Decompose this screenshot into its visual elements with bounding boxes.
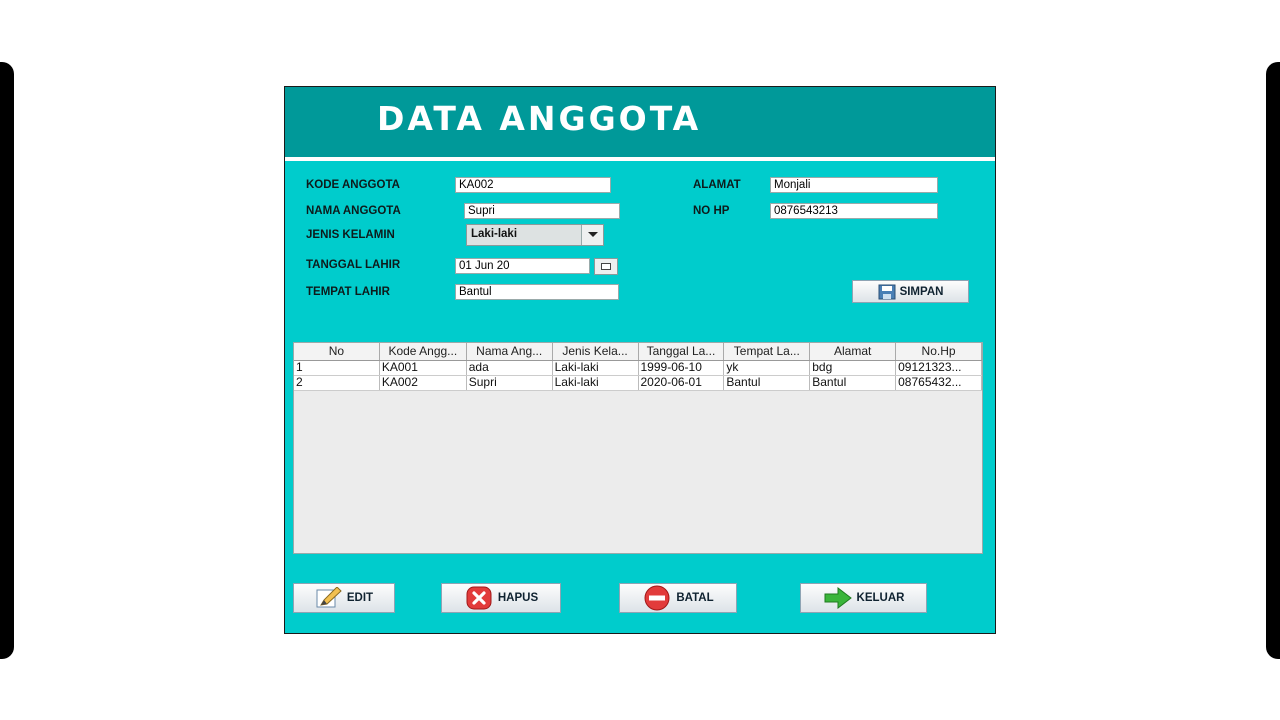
batal-label: BATAL (676, 592, 714, 604)
keluar-label: KELUAR (856, 592, 905, 604)
pencil-icon (315, 587, 343, 609)
header-banner: DATA ANGGOTA (285, 87, 995, 157)
table-column-header[interactable]: Kode Angg... (380, 343, 467, 360)
table-cell: yk (724, 361, 811, 375)
table-column-header[interactable]: Jenis Kela... (553, 343, 639, 360)
right-frame-edge (1266, 62, 1280, 659)
table-column-header[interactable]: Alamat (810, 343, 897, 360)
table-header: No Kode Angg... Nama Ang... Jenis Kela... Ta… (294, 343, 982, 361)
table-cell: 1999-06-10 (639, 361, 725, 375)
chevron-down-icon (588, 232, 598, 237)
calendar-button[interactable] (594, 258, 618, 275)
table-cell: 09121323... (896, 361, 982, 375)
edit-label: EDIT (346, 592, 374, 604)
table-cell: bdg (810, 361, 897, 375)
table-cell: 2020-06-01 (639, 376, 725, 390)
arrow-right-icon (823, 587, 853, 609)
table-body: 1 KA001 ada Laki-laki 1999-06-10 yk bdg 0912132… (294, 361, 982, 391)
no-hp-field[interactable]: 0876543213 (770, 203, 938, 219)
simpan-button[interactable]: SIMPAN (852, 280, 969, 303)
tanggal-lahir-label: TANGGAL LAHIR (306, 259, 401, 271)
jenis-kelamin-value: Laki-laki (471, 228, 518, 240)
tempat-lahir-label: TEMPAT LAHIR (306, 286, 390, 298)
dropdown-button[interactable] (581, 225, 603, 245)
left-frame-edge (0, 62, 14, 659)
keluar-button[interactable]: KELUAR (800, 583, 927, 613)
no-hp-label: NO HP (693, 205, 730, 217)
table-column-header[interactable]: No.Hp (896, 343, 982, 360)
nama-anggota-label: NAMA ANGGOTA (306, 205, 401, 217)
anggota-table[interactable]: No Kode Angg... Nama Ang... Jenis Kela... Ta… (293, 342, 983, 554)
alamat-field[interactable]: Monjali (770, 177, 938, 193)
table-cell: 08765432... (896, 376, 982, 390)
batal-button[interactable]: BATAL (619, 583, 737, 613)
tanggal-lahir-field[interactable]: 01 Jun 20 (455, 258, 590, 274)
minus-circle-icon (642, 585, 672, 611)
table-row[interactable]: 2 KA002 Supri Laki-laki 2020-06-01 Bantul Bant… (294, 376, 982, 391)
table-column-header[interactable]: Nama Ang... (467, 343, 553, 360)
table-column-header[interactable]: Tempat La... (724, 343, 811, 360)
page-title: DATA ANGGOTA (377, 99, 702, 138)
table-cell: ada (467, 361, 553, 375)
edit-button[interactable]: EDIT (293, 583, 395, 613)
hapus-button[interactable]: HAPUS (441, 583, 561, 613)
floppy-disk-icon (878, 284, 896, 300)
table-column-header[interactable]: No (294, 343, 380, 360)
jenis-kelamin-select[interactable]: Laki-laki (466, 224, 604, 246)
tempat-lahir-field[interactable]: Bantul (455, 284, 619, 300)
table-cell: Bantul (724, 376, 811, 390)
table-cell: KA001 (380, 361, 467, 375)
hapus-label: HAPUS (497, 592, 539, 604)
table-column-header[interactable]: Tanggal La... (639, 343, 725, 360)
table-cell: Bantul (810, 376, 897, 390)
table-cell: KA002 (380, 376, 467, 390)
table-cell: 1 (294, 361, 380, 375)
alamat-label: ALAMAT (693, 179, 741, 191)
nama-anggota-field[interactable]: Supri (464, 203, 620, 219)
header-divider (285, 157, 995, 161)
table-cell: 2 (294, 376, 380, 390)
jenis-kelamin-label: JENIS KELAMIN (306, 229, 395, 241)
table-cell: Supri (467, 376, 553, 390)
table-cell: Laki-laki (553, 376, 639, 390)
calendar-icon (601, 263, 611, 270)
data-anggota-window: DATA ANGGOTA KODE ANGGOTA KA002 NAMA ANG… (284, 86, 996, 634)
table-cell: Laki-laki (553, 361, 639, 375)
x-circle-icon (464, 586, 494, 610)
kode-anggota-field[interactable]: KA002 (455, 177, 611, 193)
table-row[interactable]: 1 KA001 ada Laki-laki 1999-06-10 yk bdg 0912132… (294, 361, 982, 376)
kode-anggota-label: KODE ANGGOTA (306, 179, 400, 191)
simpan-label: SIMPAN (899, 285, 944, 298)
